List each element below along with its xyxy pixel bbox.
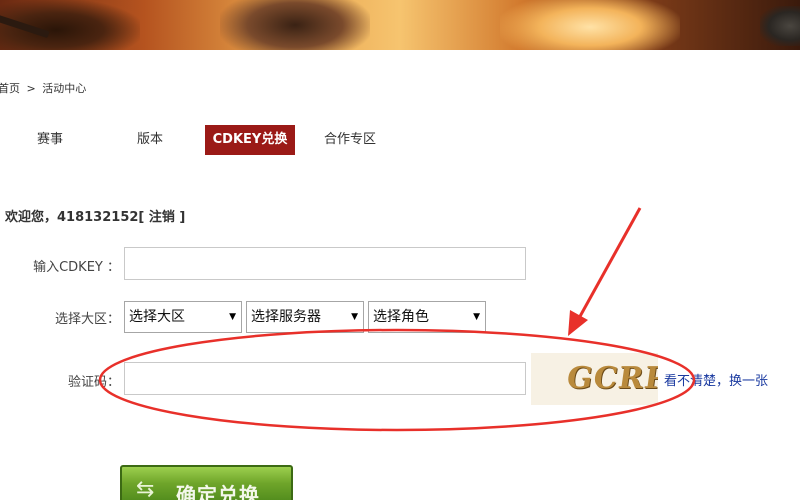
region-select-value: 选择大区 [129,309,185,325]
banner-figure-center [220,0,370,50]
role-select-value: 选择角色 [373,309,429,325]
cdkey-input[interactable] [124,247,526,280]
chevron-down-icon: ▼ [229,312,236,322]
banner-gun-right [760,6,800,46]
region-label: 选择大区： [54,312,120,327]
cdkey-label: 输入CDKEY ： [33,260,120,275]
chevron-down-icon: ▼ [473,312,480,322]
server-select-value: 选择服务器 [251,309,321,325]
header-banner [0,0,800,50]
tab-events[interactable]: 赛事 [20,125,80,155]
captcha-input[interactable] [124,362,526,395]
captcha-label: 验证码： [67,375,120,390]
region-select[interactable]: 选择大区 ▼ [124,301,242,333]
tab-version[interactable]: 版本 [120,125,180,155]
role-select[interactable]: 选择角色 ▼ [368,301,486,333]
breadcrumb-current[interactable]: 活动中心 [42,82,86,95]
annotation-arrow-shaft [576,207,642,321]
chevron-down-icon: ▼ [351,312,358,322]
captcha-image[interactable]: GCRP [531,353,658,405]
redeem-button-label: 确定兑换 [176,483,260,500]
arrow-down-icon [568,310,588,336]
banner-explosion [500,0,680,50]
server-select[interactable]: 选择服务器 ▼ [246,301,364,333]
exchange-arrow-icon: ⇆ [136,477,155,500]
nav-tabs: 赛事 版本 CDKEY兑换 合作专区 [0,125,800,155]
breadcrumb: 首页 > 活动中心 [0,80,89,96]
tab-cooperation[interactable]: 合作专区 [315,125,385,155]
captcha-refresh-link[interactable]: 看不清楚，换一张 [664,370,768,389]
redeem-button[interactable]: ⇆ 确定兑换 [120,465,293,500]
tab-cdkey-redeem[interactable]: CDKEY兑换 [205,125,295,155]
breadcrumb-home[interactable]: 首页 [0,82,20,95]
breadcrumb-separator: > [26,82,36,95]
welcome-text: 欢迎您，418132152[ 注销 ] [5,210,186,225]
captcha-text: GCRP [564,361,658,396]
